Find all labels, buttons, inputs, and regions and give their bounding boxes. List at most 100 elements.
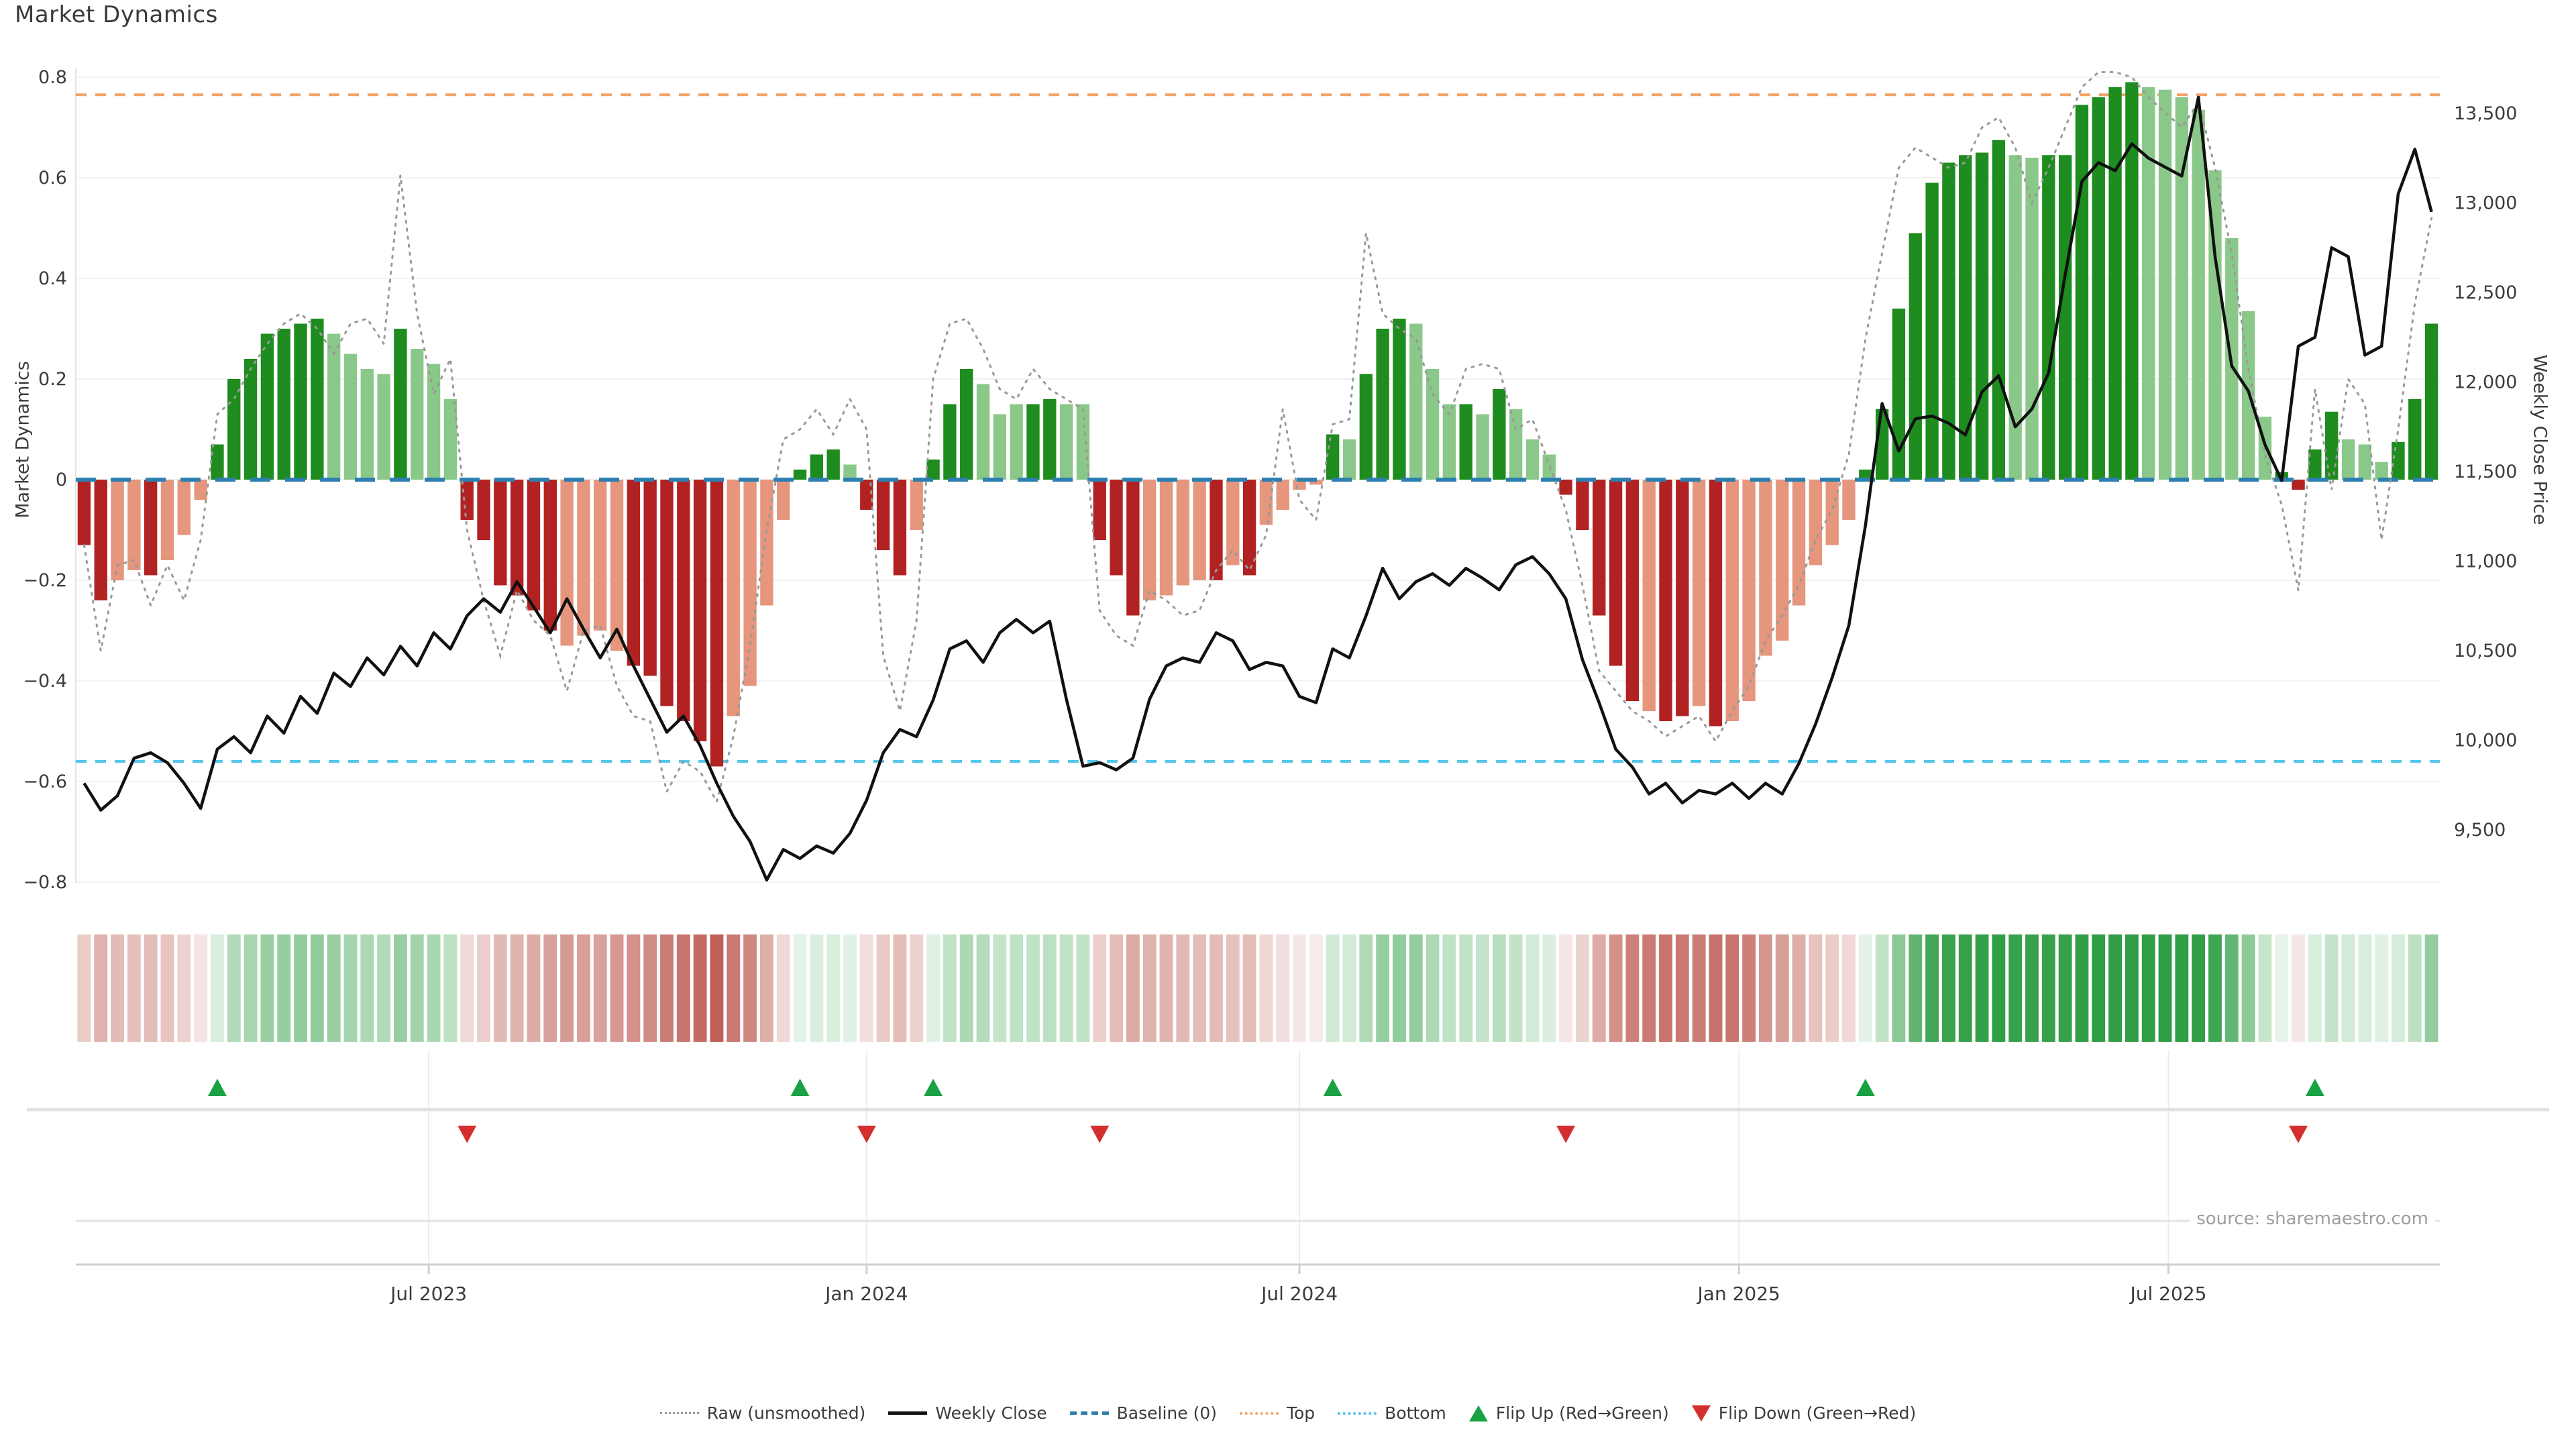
heatmap-cell [1776,934,1789,1042]
heatmap-cell [211,934,224,1042]
dynamics-bar [2375,462,2387,480]
dynamics-bar [1576,480,1589,530]
dynamics-bar [544,480,557,631]
heatmap-cell [1476,934,1489,1042]
heatmap-cell [1792,934,1806,1042]
heatmap-cell [1343,934,1356,1042]
heatmap-cell [1959,934,1972,1042]
dynamics-bar [2025,158,2038,480]
dynamics-bar [627,480,640,666]
dynamics-bar [1826,480,1839,545]
left-tick-label: 0.8 [38,67,67,88]
dynamics-bar [1343,439,1356,480]
dynamics-bar [2092,97,2105,480]
flip-up-marker [2306,1079,2324,1096]
dynamics-bar [427,364,440,480]
heatmap-cell [1809,934,1822,1042]
heatmap-cell [494,934,507,1042]
x-tick-label: Jan 2025 [1697,1283,1780,1305]
heatmap-cell [344,934,358,1042]
heatmap-cell [427,934,441,1042]
heatmap-cell [2208,934,2222,1042]
dynamics-bar [2392,442,2404,480]
dynamics-bar [1992,140,2005,480]
heatmap-cell [794,934,807,1042]
heatmap-cell [2408,934,2422,1042]
flip-down-marker [2289,1126,2308,1143]
dynamics-bar [1676,480,1688,716]
dynamics-bar [594,480,606,631]
heatmap-cell [810,934,823,1042]
heatmap-cell [1309,934,1323,1042]
left-tick-label: 0.4 [38,268,67,289]
heatmap-cell [94,934,107,1042]
heatmap-cell [843,934,857,1042]
dynamics-bar [1260,480,1273,525]
heatmap-cell [2225,934,2239,1042]
heatmap-cell [2008,934,2022,1042]
dynamics-bar [943,405,956,480]
dynamics-bar [660,480,673,706]
heatmap-cell [1892,934,1906,1042]
right-tick-label: 13,000 [2454,193,2517,214]
dynamics-bar [1226,480,1239,566]
heatmap-cell [1942,934,1955,1042]
heatmap-cell [1609,934,1623,1042]
dynamics-bar [1809,480,1822,566]
heatmap-cell [993,934,1006,1042]
dynamics-bar [95,480,107,600]
heatmap-cell [2392,934,2405,1042]
dynamics-bar [2408,399,2421,480]
dynamics-bar [344,354,357,480]
dynamics-bar [78,480,91,545]
dynamics-bar [994,415,1006,480]
dynamics-bar [1842,480,1855,520]
dynamics-bar [161,480,174,560]
heatmap-cell [1725,934,1739,1042]
heatmap-cell [1709,934,1723,1042]
heatmap-cell [311,934,324,1042]
heatmap-cell [1276,934,1289,1042]
dynamics-bar [2108,87,2121,480]
left-tick-label: 0.6 [38,168,67,189]
legend-item-bottom: Bottom [1338,1403,1446,1423]
flip-down-icon [1692,1405,1711,1421]
heatmap-cell [1825,934,1839,1042]
dynamics-bar [1393,319,1405,480]
dynamics-bar [1026,405,1039,480]
dynamics-bar [511,480,523,596]
dynamics-bar [1509,409,1522,480]
heatmap-cell [2342,934,2355,1042]
dynamics-bar [1976,153,1988,480]
heatmap-cell [2159,934,2172,1042]
left-tick-label: −0.4 [23,671,67,692]
heatmap-cell [1143,934,1157,1042]
dynamics-bar [1693,480,1705,706]
chart-canvas: 0.80.60.40.20−0.2−0.4−0.6−0.813,50013,00… [0,0,2576,1395]
dynamics-bar [777,480,790,520]
flip-down-marker [1556,1126,1575,1143]
legend-label: Weekly Close [935,1403,1046,1423]
legend: Raw (unsmoothed)Weekly CloseBaseline (0)… [0,1403,2576,1423]
dynamics-bar [261,334,274,480]
heatmap-cell [694,934,707,1042]
dynamics-bar [1759,480,1772,656]
dynamics-bar [1659,480,1672,721]
dynamics-bar [1110,480,1122,576]
heatmap-cell [543,934,557,1042]
legend-item-top: Top [1240,1403,1315,1423]
heatmap-cell [394,934,407,1042]
dynamics-bar [727,480,740,716]
flip-up-marker [208,1079,227,1096]
heatmap-cell [1060,934,1073,1042]
dynamics-bar [461,480,474,520]
heatmap-cell [2425,934,2438,1042]
dynamics-bar [1460,405,1472,480]
legend-label: Raw (unsmoothed) [707,1403,866,1423]
legend-item-raw: Raw (unsmoothed) [660,1403,866,1423]
heatmap-cell [1759,934,1772,1042]
heatmap-cell [2325,934,2339,1042]
dynamics-bar [1909,233,1922,480]
heatmap-cell [960,934,973,1042]
heatmap-cell [1509,934,1523,1042]
